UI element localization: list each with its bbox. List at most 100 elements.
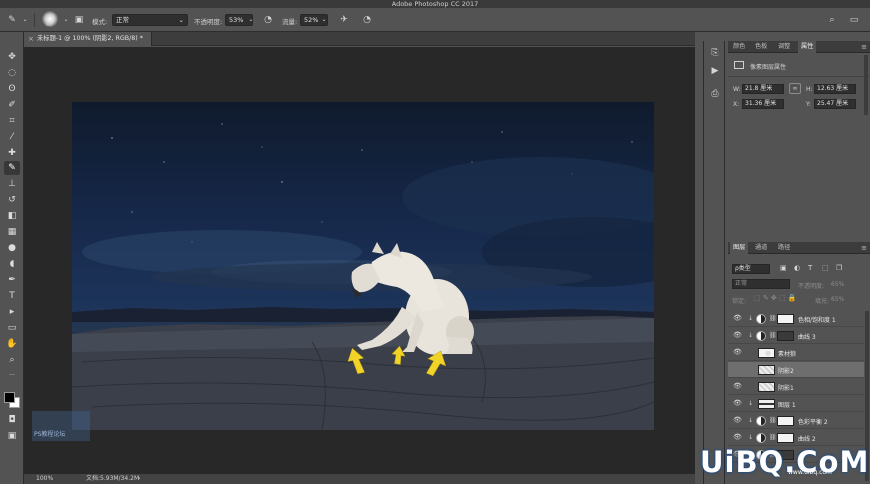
- brush-picker-chevron-icon[interactable]: ⌄: [60, 14, 72, 26]
- filter-type-icon[interactable]: T: [808, 264, 812, 272]
- mask-link-icon[interactable]: ⛓: [769, 332, 777, 339]
- visibility-eye-icon[interactable]: 👁: [733, 433, 742, 441]
- blend-mode-select[interactable]: 正常: [732, 279, 790, 289]
- history-panel-icon[interactable]: ⎘: [709, 47, 721, 59]
- healing-brush-tool-icon[interactable]: ✚: [4, 146, 20, 160]
- tab-color[interactable]: 颜色: [733, 41, 745, 53]
- h-field[interactable]: 12.63 厘米: [814, 84, 856, 94]
- layer-row[interactable]: 阴影2: [728, 362, 864, 378]
- lock-icons[interactable]: ⬚ ✎ ✥ ⬚ 🔒: [754, 294, 797, 302]
- layer-thumbnail[interactable]: [758, 382, 775, 392]
- panel-menu-icon[interactable]: ≡: [861, 41, 867, 53]
- options-bar: ✎ ⌄ 60 ⌄ ▣ 模式: 正常 ⌄ 不透明度: 53% ⌄ ◔ 流量: 52…: [0, 8, 870, 32]
- layer-row[interactable]: 👁 阴影1: [728, 379, 864, 395]
- more-tools-icon[interactable]: ···: [4, 369, 20, 383]
- tab-paths[interactable]: 路径: [778, 242, 790, 254]
- dodge-tool-icon[interactable]: ◖: [4, 257, 20, 271]
- zoom-level[interactable]: 100%: [36, 474, 53, 484]
- screen-mode-icon[interactable]: ▣: [4, 429, 20, 443]
- visibility-eye-icon[interactable]: 👁: [733, 399, 742, 407]
- filter-smart-icon[interactable]: ❐: [836, 264, 842, 272]
- filter-adjustment-icon[interactable]: ◐: [794, 264, 800, 272]
- type-tool-icon[interactable]: T: [4, 289, 20, 303]
- history-brush-tool-icon[interactable]: ↺: [4, 193, 20, 207]
- mask-link-icon[interactable]: ⛓: [769, 417, 777, 424]
- filter-pixel-icon[interactable]: ▣: [780, 264, 787, 272]
- layer-thumbnail[interactable]: [758, 399, 775, 409]
- layer-thumbnail[interactable]: [758, 365, 775, 375]
- blur-tool-icon[interactable]: ●: [4, 241, 20, 255]
- lasso-tool-icon[interactable]: ʘ: [4, 82, 20, 96]
- gradient-tool-icon[interactable]: ▦: [4, 225, 20, 239]
- actions-play-icon[interactable]: ▶: [709, 65, 721, 77]
- path-select-tool-icon[interactable]: ▸: [4, 305, 20, 319]
- canvas-workspace[interactable]: PS教程论坛: [24, 47, 695, 474]
- foreground-color-swatch[interactable]: [4, 392, 15, 403]
- mask-link-icon[interactable]: ⛓: [769, 434, 777, 441]
- airbrush-icon[interactable]: ✈: [338, 14, 350, 26]
- brush-size: 60: [46, 22, 53, 28]
- brush-tool-icon[interactable]: ✎: [4, 161, 20, 175]
- pressure-size-icon[interactable]: ◔: [361, 14, 373, 26]
- visibility-eye-icon[interactable]: 👁: [733, 314, 742, 322]
- layer-row[interactable]: 👁 ↓ 图层 1: [728, 396, 864, 412]
- fill-value[interactable]: 65%: [831, 296, 844, 303]
- layer-mask-thumbnail[interactable]: [777, 416, 794, 426]
- brush-settings-icon[interactable]: ⎙: [709, 88, 721, 100]
- zoom-tool-icon[interactable]: ⌕: [4, 353, 20, 367]
- layer-row[interactable]: 👁 ↓ ⛓ 曲线 2: [728, 430, 864, 446]
- layer-mask-thumbnail[interactable]: [777, 331, 794, 341]
- layer-row[interactable]: 👁 ↓ ⛓ 曲线 3: [728, 328, 864, 344]
- close-icon[interactable]: ×: [28, 32, 34, 46]
- tool-preset-dropdown-icon[interactable]: ⌄: [19, 14, 31, 26]
- pen-tool-icon[interactable]: ✒: [4, 273, 20, 287]
- brush-tool-icon[interactable]: ✎: [6, 14, 18, 26]
- layers-menu-icon[interactable]: ≡: [861, 242, 867, 254]
- layer-mask-thumbnail[interactable]: [777, 433, 794, 443]
- hand-tool-icon[interactable]: ✋: [4, 337, 20, 351]
- tab-properties[interactable]: 属性: [798, 41, 817, 53]
- visibility-eye-icon[interactable]: 👁: [733, 382, 742, 390]
- filter-shape-icon[interactable]: ⬚: [822, 264, 829, 272]
- layer-row[interactable]: 👁 素材狼: [728, 345, 864, 361]
- opacity-chevron-icon[interactable]: ⌄: [245, 14, 257, 26]
- crop-tool-icon[interactable]: ⌗: [4, 114, 20, 128]
- search-icon[interactable]: ⌕: [826, 14, 838, 26]
- quick-select-tool-icon[interactable]: ✐: [4, 98, 20, 112]
- status-arrow-icon[interactable]: ›: [138, 474, 140, 484]
- mode-select[interactable]: 正常 ⌄: [112, 14, 188, 26]
- tab-channels[interactable]: 通道: [755, 242, 767, 254]
- mask-link-icon[interactable]: ⛓: [769, 315, 777, 322]
- tab-layers[interactable]: 图层: [730, 242, 749, 254]
- visibility-eye-icon[interactable]: 👁: [733, 331, 742, 339]
- layer-row[interactable]: 👁 ↓ ⛓ 色彩平衡 2: [728, 413, 864, 429]
- document-tab[interactable]: × 未标题-1 @ 100% (阴影2, RGB/8) *: [24, 32, 152, 46]
- w-field[interactable]: 21.8 厘米: [742, 84, 784, 94]
- flow-chevron-icon[interactable]: ⌄: [318, 14, 330, 26]
- eyedropper-tool-icon[interactable]: ⁄: [4, 130, 20, 144]
- document-canvas[interactable]: [72, 102, 654, 430]
- eraser-tool-icon[interactable]: ◧: [4, 209, 20, 223]
- mode-value: 正常: [116, 16, 129, 24]
- tab-swatches[interactable]: 色板: [755, 41, 767, 53]
- visibility-eye-icon[interactable]: 👁: [733, 348, 742, 356]
- marquee-tool-icon[interactable]: ◌: [4, 66, 20, 80]
- brush-panel-icon[interactable]: ▣: [73, 14, 85, 26]
- shape-tool-icon[interactable]: ▭: [4, 321, 20, 335]
- layer-mask-thumbnail[interactable]: [777, 314, 794, 324]
- stamp-tool-icon[interactable]: ⊥: [4, 177, 20, 191]
- workspace-icon[interactable]: ▭: [848, 14, 860, 26]
- layer-thumbnail[interactable]: [758, 348, 775, 358]
- move-tool-icon[interactable]: ✥: [4, 50, 20, 64]
- y-field[interactable]: 25.47 厘米: [814, 99, 856, 109]
- visibility-eye-icon[interactable]: 👁: [733, 416, 742, 424]
- quick-mask-icon[interactable]: ◘: [4, 413, 20, 427]
- layer-row[interactable]: 👁 ↓ ⛓ 色相/饱和度 1: [728, 311, 864, 327]
- layer-opacity-value[interactable]: 65%: [831, 281, 844, 288]
- tab-adjustments[interactable]: 调整: [778, 41, 790, 53]
- layer-filter-select[interactable]: ρ类型: [732, 264, 770, 274]
- pressure-opacity-icon[interactable]: ◔: [262, 14, 274, 26]
- x-field[interactable]: 31.36 厘米: [742, 99, 784, 109]
- properties-scrollbar[interactable]: [864, 55, 868, 115]
- link-dimensions-icon[interactable]: ∞: [789, 83, 801, 94]
